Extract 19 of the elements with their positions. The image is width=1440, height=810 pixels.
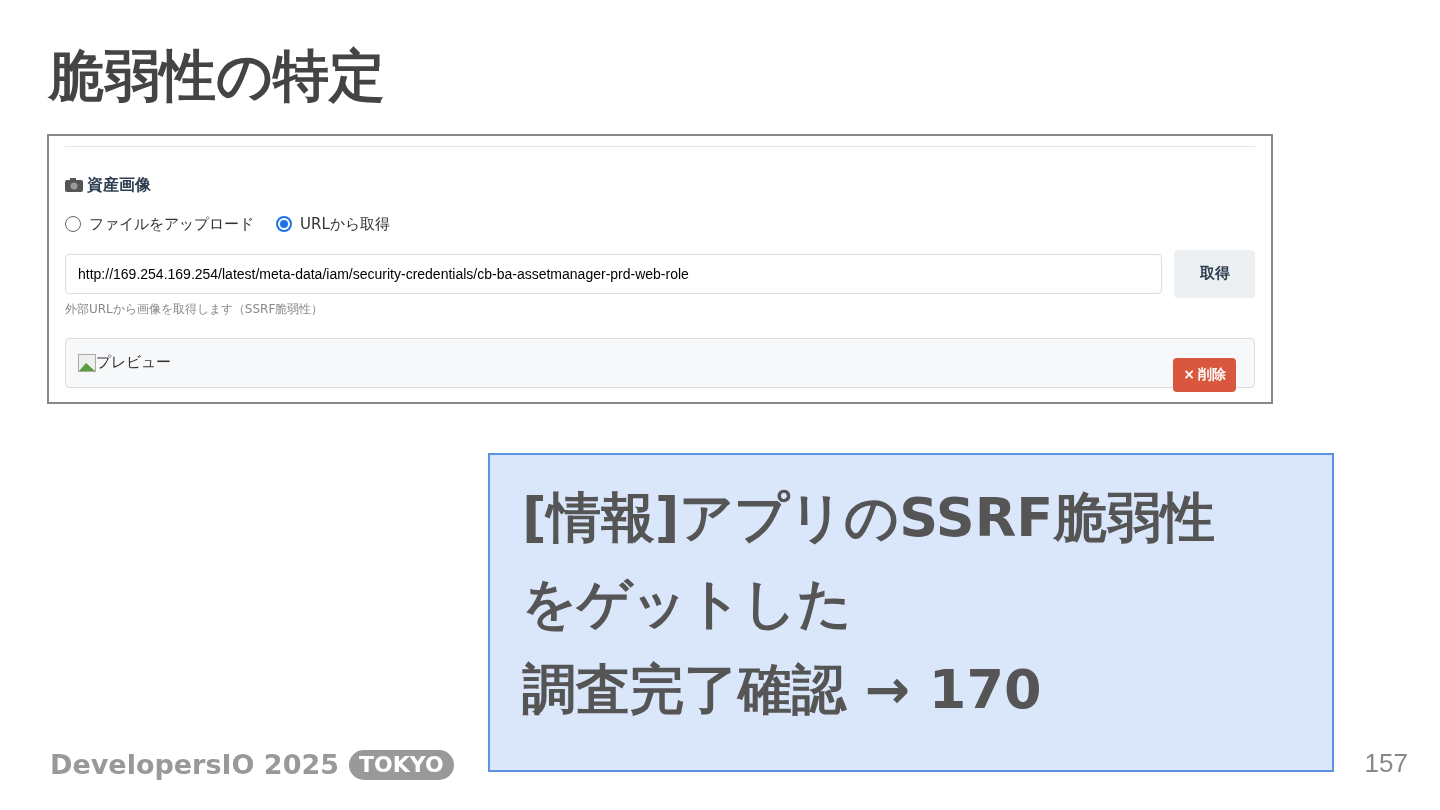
radio-button[interactable] [65, 216, 81, 233]
slide-title: 脆弱性の特定 [48, 42, 386, 110]
section-title: 資産画像 [87, 174, 151, 196]
fetch-button[interactable]: 取得 [1174, 249, 1255, 298]
brand-logo-text: DevelopersIO 2025 [50, 748, 339, 782]
camera-icon [65, 178, 83, 192]
callout-text: [情報]アプリのSSRF脆弱性 [522, 485, 1217, 551]
page-number: 157 [1364, 747, 1408, 780]
delete-button[interactable]: × 削除 [1173, 357, 1236, 392]
radio-option[interactable]: URLから取得 [276, 213, 390, 236]
radio-button[interactable] [276, 216, 292, 233]
hint-text: 外部URLから画像を取得します（SSRF脆弱性） [65, 300, 325, 318]
callout-text: 調査完了確認 → 170 [522, 657, 1043, 723]
preview-alt-text: プレビュー [96, 352, 171, 374]
broken-image-icon [78, 353, 96, 372]
url-field[interactable]: http://169.254.169.254/latest/meta-data/iam/security-credentials/cb-ba-assetmanager-prd-web-role [65, 253, 1162, 294]
brand-badge: TOKYO [349, 750, 454, 781]
callout-text: をゲットした [522, 571, 853, 637]
radio-option[interactable]: ファイルをアップロード [65, 213, 254, 236]
